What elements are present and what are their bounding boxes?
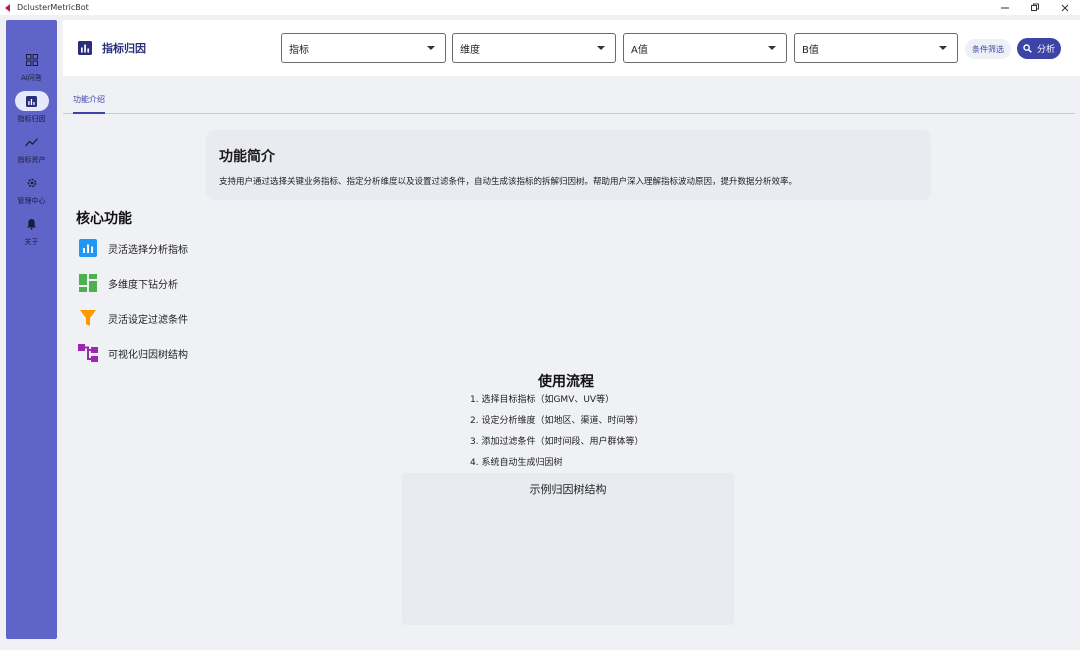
- tab-bar: 功能介绍: [63, 85, 1075, 114]
- chevron-down-icon: [597, 46, 605, 50]
- sidebar-item-label: 指标归因: [17, 115, 46, 123]
- process-step: 4. 系统自动生成归因树: [470, 458, 563, 468]
- analyze-button-label: 分析: [1036, 45, 1055, 55]
- condition-filter-button[interactable]: 条件筛选: [965, 39, 1011, 59]
- intro-title: 功能简介: [219, 149, 275, 165]
- window-title: DclusterMetricBot: [17, 3, 89, 12]
- chevron-down-icon: [939, 46, 947, 50]
- restore-icon[interactable]: [1020, 0, 1050, 15]
- title-bar: DclusterMetricBot: [0, 0, 1080, 15]
- sidebar-item-management[interactable]: 管理中心: [6, 173, 57, 206]
- minimize-icon[interactable]: [990, 0, 1020, 15]
- dashboard-icon: [78, 273, 98, 293]
- tree-structure-icon: [78, 343, 98, 363]
- trend-icon: [15, 132, 49, 152]
- example-tree-title: 示例归因树结构: [529, 483, 607, 496]
- gear-icon: [15, 173, 49, 193]
- process-step: 2. 设定分析维度（如地区、渠道、时间等）: [470, 416, 644, 426]
- filter-icon: [78, 308, 98, 328]
- sidebar-item-metric-assets[interactable]: 指标资产: [6, 132, 57, 165]
- analyze-button[interactable]: 分析: [1017, 38, 1061, 59]
- app-logo-icon: [3, 3, 13, 13]
- process-step: 1. 选择目标指标（如GMV、UV等）: [470, 395, 615, 405]
- b-value-select-value: B值: [802, 44, 819, 56]
- a-value-select[interactable]: A值: [623, 33, 787, 63]
- intro-text: 支持用户通过选择关键业务指标、指定分析维度以及设置过滤条件，自动生成该指标的拆解…: [219, 177, 798, 187]
- page-title: 指标归因: [78, 40, 146, 56]
- intro-card: 功能简介 支持用户通过选择关键业务指标、指定分析维度以及设置过滤条件，自动生成该…: [206, 130, 931, 200]
- bar-chart-icon: [78, 238, 98, 258]
- sidebar-item-label: 指标资产: [17, 156, 46, 164]
- page-title-text: 指标归因: [102, 42, 146, 55]
- search-icon: [1023, 44, 1032, 53]
- feature-label: 可视化归因树结构: [108, 349, 188, 361]
- bar-chart-icon: [14, 91, 49, 111]
- feature-item: 多维度下钻分析: [78, 273, 178, 293]
- sidebar-item-about[interactable]: 关于: [6, 214, 57, 247]
- chevron-down-icon: [768, 46, 776, 50]
- feature-label: 灵活设定过滤条件: [108, 314, 188, 326]
- process-title: 使用流程: [538, 374, 594, 390]
- feature-label: 灵活选择分析指标: [108, 244, 188, 256]
- feature-item: 可视化归因树结构: [78, 343, 188, 363]
- sidebar-item-ai-qa[interactable]: AI问答: [6, 50, 57, 83]
- chevron-down-icon: [427, 46, 435, 50]
- dimension-select[interactable]: 维度: [452, 33, 616, 63]
- sidebar: AI问答 指标归因 指标资产 管理中心 关于: [6, 20, 57, 639]
- feature-item: 灵活设定过滤条件: [78, 308, 188, 328]
- core-features-title: 核心功能: [76, 211, 132, 227]
- a-value-select-value: A值: [631, 44, 648, 56]
- feature-item: 灵活选择分析指标: [78, 238, 188, 258]
- sidebar-item-label: 管理中心: [17, 197, 46, 205]
- dimension-select-value: 维度: [460, 44, 480, 56]
- tab-feature-intro[interactable]: 功能介绍: [73, 94, 105, 114]
- sidebar-item-label: AI问答: [21, 74, 42, 82]
- feature-label: 多维度下钻分析: [108, 279, 178, 291]
- b-value-select[interactable]: B值: [794, 33, 958, 63]
- sidebar-item-metric-attribution[interactable]: 指标归因: [6, 91, 57, 124]
- metric-select-value: 指标: [289, 44, 309, 56]
- header: 指标归因 指标 维度 A值 B值 条件筛选 分析: [63, 20, 1080, 76]
- bar-chart-icon: [78, 41, 92, 55]
- process-step: 3. 添加过滤条件（如时间段、用户群体等）: [470, 437, 644, 447]
- close-icon[interactable]: [1050, 0, 1080, 15]
- example-tree-panel: 示例归因树结构: [402, 473, 734, 625]
- bell-icon: [15, 214, 49, 234]
- grid-icon: [15, 50, 49, 70]
- metric-select[interactable]: 指标: [281, 33, 446, 63]
- sidebar-item-label: 关于: [24, 238, 39, 246]
